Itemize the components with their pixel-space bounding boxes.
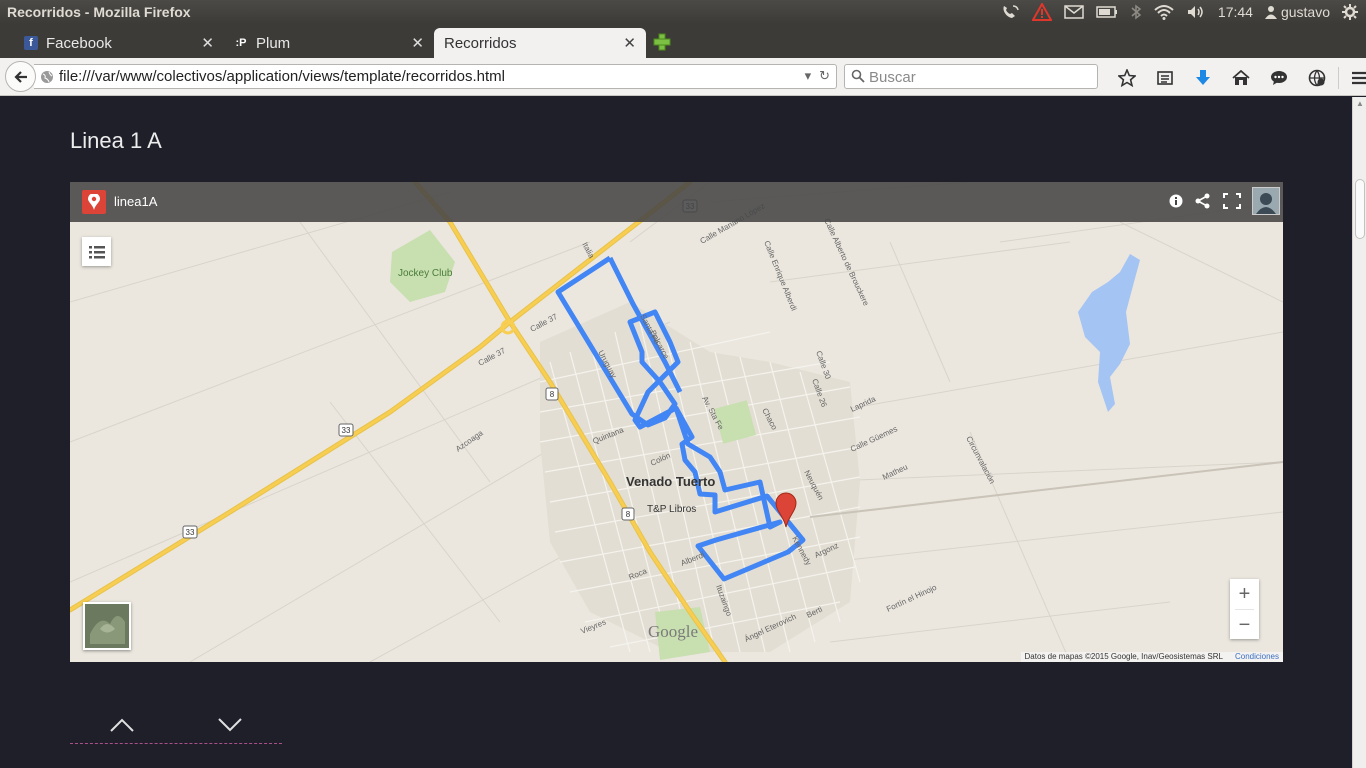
tab-facebook[interactable]: f Facebook ✕: [14, 28, 224, 58]
page-scrollbar[interactable]: ▲: [1352, 97, 1366, 768]
zoom-control: + −: [1230, 579, 1259, 639]
route-badge-33: 33: [342, 426, 351, 435]
share-icon[interactable]: [1195, 193, 1211, 214]
zoom-in-button[interactable]: +: [1230, 579, 1259, 609]
embedded-map[interactable]: 33 33 33 8 8 Jockey Club T&P Libros Vena…: [70, 182, 1283, 662]
settings-gear-icon[interactable]: [1342, 3, 1358, 21]
tab-label: Plum: [256, 34, 291, 52]
terms-link[interactable]: Condiciones: [1235, 652, 1279, 662]
street-label: Calle Alberto de Brouckere: [822, 217, 871, 308]
street-label: Calle Enrique Alberdi: [762, 239, 798, 312]
tab-strip: f Facebook ✕ :P Plum ✕ Recorridos ✕: [0, 24, 1366, 58]
system-tray: 17:44 gustavo: [1000, 3, 1358, 21]
scroll-up-arrow-icon[interactable]: ▲: [1356, 99, 1364, 108]
map-canvas[interactable]: 33 33 33 8 8 Jockey Club T&P Libros Vena…: [70, 182, 1283, 662]
clock[interactable]: 17:44: [1218, 4, 1253, 20]
facebook-icon: f: [24, 36, 38, 50]
scrollbar-thumb[interactable]: [1355, 179, 1365, 239]
info-icon[interactable]: [1169, 194, 1183, 213]
close-icon[interactable]: ✕: [411, 34, 424, 52]
tab-label: Recorridos: [444, 34, 517, 52]
new-tab-plus-icon[interactable]: [652, 32, 672, 52]
user-name[interactable]: gustavo: [1281, 4, 1330, 20]
map-pin-logo-icon: [82, 190, 106, 214]
toolbar-divider: [1338, 67, 1339, 89]
search-icon: [851, 69, 865, 87]
history-dropdown-icon[interactable]: ▾: [805, 68, 812, 84]
attribution-text: Datos de mapas ©2015 Google, Inav/Geosis…: [1024, 652, 1223, 661]
satellite-view-toggle[interactable]: [83, 602, 131, 650]
bluetooth-icon[interactable]: [1130, 3, 1142, 21]
map-attribution: Datos de mapas ©2015 Google, Inav/Geosis…: [1020, 652, 1283, 662]
os-top-bar: Recorridos - Mozilla Firefox 17:44 gusta…: [0, 0, 1366, 24]
poi-jockey-club-label: Jockey Club: [398, 268, 453, 279]
search-input[interactable]: [869, 67, 1089, 87]
reading-list-icon[interactable]: [1146, 68, 1184, 88]
route-badge-8: 8: [550, 390, 555, 399]
downloads-icon[interactable]: [1184, 68, 1222, 88]
list-icon: [88, 245, 105, 258]
google-logo: Google: [648, 622, 699, 641]
tab-label: Facebook: [46, 34, 112, 52]
route-badge-8: 8: [626, 510, 631, 519]
navigation-toolbar: file:///var/www/colectivos/application/v…: [0, 58, 1366, 96]
street-label: Calle 37: [529, 312, 560, 334]
back-arrow-icon: [13, 70, 27, 83]
bookmark-star-icon[interactable]: [1108, 68, 1146, 88]
search-bar[interactable]: [844, 64, 1098, 89]
poi-tp-libros-label: T&P Libros: [647, 504, 696, 515]
window-title: Recorridos - Mozilla Firefox: [7, 4, 191, 20]
tab-plum[interactable]: :P Plum ✕: [224, 28, 434, 58]
map-header-bar: linea1A: [70, 182, 1283, 222]
tab-recorridos[interactable]: Recorridos ✕: [434, 28, 646, 58]
back-button[interactable]: [5, 61, 36, 92]
close-icon[interactable]: ✕: [201, 34, 214, 52]
plum-icon: :P: [235, 37, 247, 49]
street-label: Laprida: [849, 394, 877, 414]
reload-icon[interactable]: ↻: [819, 68, 830, 84]
mail-icon[interactable]: [1064, 3, 1084, 21]
home-icon[interactable]: [1222, 68, 1260, 88]
street-label: Fortín el Hinojo: [885, 582, 938, 613]
skype-icon[interactable]: [1000, 3, 1020, 21]
wifi-icon[interactable]: [1154, 3, 1174, 21]
fullscreen-icon[interactable]: [1223, 193, 1241, 214]
close-icon[interactable]: ✕: [623, 34, 636, 52]
map-name[interactable]: linea1A: [114, 194, 157, 209]
battery-icon[interactable]: [1096, 3, 1118, 21]
route-badge-33: 33: [186, 528, 195, 537]
chat-icon[interactable]: [1260, 68, 1298, 88]
user-icon[interactable]: [1264, 3, 1277, 21]
globe-icon: [40, 70, 54, 88]
zoom-out-button[interactable]: −: [1230, 610, 1259, 640]
toolbar-icons: [1108, 67, 1366, 89]
menu-hamburger-icon[interactable]: [1341, 68, 1366, 88]
avatar[interactable]: [1252, 187, 1280, 215]
warning-icon[interactable]: [1031, 3, 1052, 21]
next-chevron-down-icon[interactable]: [216, 715, 244, 735]
addon-globe-icon[interactable]: [1298, 68, 1336, 88]
page-title: Linea 1 A: [70, 128, 162, 153]
street-label: Calle Güemes: [849, 424, 899, 454]
page-navigation: [70, 710, 282, 744]
url-text[interactable]: file:///var/www/colectivos/application/v…: [59, 68, 505, 85]
map-legend-button[interactable]: [82, 237, 111, 266]
previous-chevron-up-icon[interactable]: [108, 715, 136, 735]
street-label: Circunvalación: [964, 435, 997, 486]
url-bar[interactable]: file:///var/www/colectivos/application/v…: [34, 64, 837, 89]
street-label: Azcoaga: [454, 428, 485, 454]
city-label: Venado Tuerto: [626, 474, 715, 489]
volume-icon[interactable]: [1186, 3, 1206, 21]
